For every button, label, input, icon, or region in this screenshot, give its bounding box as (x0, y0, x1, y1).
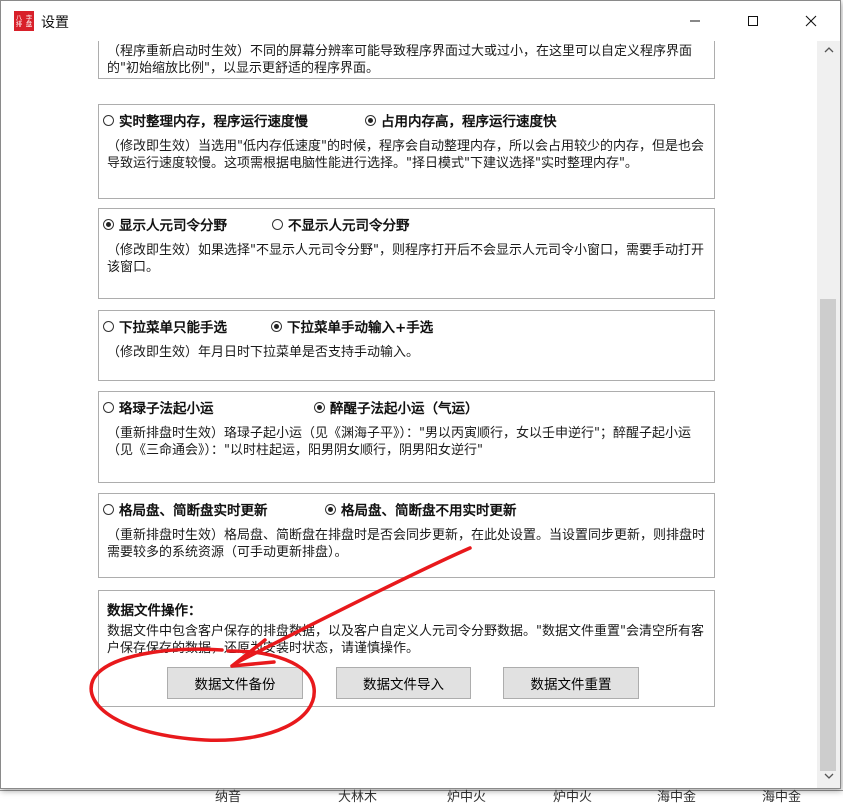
radio-circle (103, 114, 114, 126)
maximize-icon (748, 16, 758, 26)
maximize-button[interactable] (724, 1, 782, 41)
radio-hide-fenye[interactable]: 不显示人元司令分野 (272, 214, 410, 234)
data-file-description: 数据文件中包含客户保存的排盘数据，以及客户自定义人元司令分野数据。"数据文件重置… (107, 624, 704, 656)
radio-circle-selected (103, 218, 114, 230)
scroll-up-icon (824, 47, 833, 53)
scroll-down-button[interactable] (817, 767, 840, 785)
radio-label: 下拉菜单手动输入+手选 (287, 320, 434, 336)
fenye-description: （修改即生效）如果选择"不显示人元司令分野"，则程序打开后不会显示人元司令小窗口… (107, 243, 704, 275)
close-button[interactable] (782, 1, 840, 41)
radio-dropdown-manual-input[interactable]: 下拉菜单手动输入+手选 (271, 316, 433, 336)
reset-data-button[interactable]: 数据文件重置 (503, 667, 639, 699)
radio-dropdown-select-only[interactable]: 下拉菜单只能手选 (103, 316, 227, 336)
memory-group: 实时整理内存，程序运行速度慢 占用内存高，程序运行速度快 （修改即生效）当选用"… (98, 104, 715, 199)
minimize-button[interactable] (666, 1, 724, 41)
data-file-group: 数据文件操作： 数据文件中包含客户保存的排盘数据，以及客户自定义人元司令分野数据… (98, 590, 715, 707)
scale-group: （程序重新启动时生效）不同的屏幕分辨率可能导致程序界面过大或过小，在这里可以自定… (98, 41, 715, 79)
radio-circle (272, 218, 283, 230)
radio-label: 不显示人元司令分野 (288, 218, 410, 234)
radio-circle-selected (314, 401, 325, 413)
fenye-group: 显示人元司令分野 不显示人元司令分野 （修改即生效）如果选择"不显示人元司令分野… (98, 208, 715, 299)
radio-label: 珞琭子法起小运 (119, 401, 214, 417)
logo-char: 盘 (25, 20, 33, 28)
geju-description: （重新排盘时生效）格局盘、简断盘在排盘时是否会同步更新，在此处设置。当设置同步更… (107, 528, 706, 560)
xiaoyun-group: 珞琭子法起小运 醉醒子法起小运（气运） （重新排盘时生效）珞琭子起小运（见《渊海… (98, 391, 715, 483)
radio-label: 占用内存高，程序运行速度快 (381, 114, 557, 130)
backup-data-button[interactable]: 数据文件备份 (167, 667, 303, 699)
logo-char: 排 (15, 20, 23, 28)
minimize-icon (690, 20, 700, 22)
bg-divider (0, 790, 843, 791)
scale-description: （程序重新启动时生效）不同的屏幕分辨率可能导致程序界面过大或过小，在这里可以自定… (107, 44, 693, 76)
radio-high-memory[interactable]: 占用内存高，程序运行速度快 (365, 110, 557, 130)
radio-label: 格局盘、简断盘实时更新 (119, 503, 268, 519)
radio-no-realtime-update[interactable]: 格局盘、简断盘不用实时更新 (325, 499, 517, 519)
radio-circle (103, 320, 114, 332)
radio-circle (103, 503, 114, 515)
scroll-up-button[interactable] (817, 41, 840, 59)
window-title: 设置 (41, 15, 69, 31)
radio-label: 格局盘、简断盘不用实时更新 (341, 503, 517, 519)
radio-label: 显示人元司令分野 (119, 218, 227, 234)
radio-circle-selected (325, 503, 336, 515)
radio-realtime-update[interactable]: 格局盘、简断盘实时更新 (103, 499, 268, 519)
radio-zuixing-method[interactable]: 醉醒子法起小运（气运） (314, 397, 479, 417)
title-bar[interactable]: 八 字 排 盘 设置 (1, 1, 840, 41)
xiaoyun-description: （重新排盘时生效）珞琭子起小运（见《渊海子平》）："男以丙寅顺行，女以壬申逆行"… (107, 426, 691, 458)
radio-circle (103, 401, 114, 413)
settings-content: （程序重新启动时生效）不同的屏幕分辨率可能导致程序界面过大或过小，在这里可以自定… (1, 41, 817, 788)
dropdown-description: （修改即生效）年月日时下拉菜单是否支持手动输入。 (107, 345, 420, 360)
radio-label: 下拉菜单只能手选 (119, 320, 227, 336)
scrollbar-thumb[interactable] (820, 299, 836, 771)
data-file-title: 数据文件操作： (107, 603, 202, 619)
radio-luolu-method[interactable]: 珞琭子法起小运 (103, 397, 214, 417)
radio-label: 醉醒子法起小运（气运） (330, 401, 479, 417)
radio-circle-selected (365, 114, 376, 126)
vertical-scrollbar[interactable] (817, 41, 840, 788)
app-logo-icon: 八 字 排 盘 (14, 11, 34, 31)
radio-label: 实时整理内存，程序运行速度慢 (119, 114, 308, 130)
radio-circle-selected (271, 320, 282, 332)
radio-realtime-memory[interactable]: 实时整理内存，程序运行速度慢 (103, 110, 308, 130)
radio-show-fenye[interactable]: 显示人元司令分野 (103, 214, 227, 234)
close-icon (805, 15, 817, 27)
dropdown-group: 下拉菜单只能手选 下拉菜单手动输入+手选 （修改即生效）年月日时下拉菜单是否支持… (98, 310, 715, 381)
scroll-down-icon (824, 773, 833, 779)
memory-description: （修改即生效）当选用"低内存低速度"的时候，程序会自动整理内存，所以会占用较少的… (107, 139, 704, 171)
settings-dialog: 八 字 排 盘 设置 （程序重新启动时生效）不同的屏幕分辨率可能导致程序界面过大… (0, 0, 841, 789)
geju-group: 格局盘、简断盘实时更新 格局盘、简断盘不用实时更新 （重新排盘时生效）格局盘、简… (98, 493, 715, 578)
import-data-button[interactable]: 数据文件导入 (336, 667, 471, 699)
